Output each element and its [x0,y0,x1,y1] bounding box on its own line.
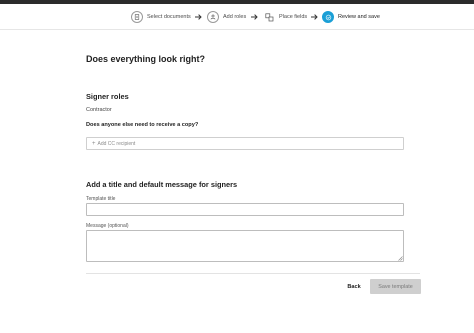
document-icon [131,11,143,23]
signer-roles-heading: Signer roles [86,92,129,101]
step-review-and-save[interactable]: Review and save [322,10,380,24]
resize-grip-icon[interactable] [397,255,403,261]
step-label: Select documents [147,14,191,20]
signer-role-item: Contractor [86,107,112,113]
cc-question: Does anyone else need to receive a copy? [86,122,199,128]
message-section-heading: Add a title and default message for sign… [86,180,238,189]
template-title-label: Template title [86,196,116,202]
add-cc-recipient-label: Add CC recipient [97,140,136,147]
footer-divider [86,273,420,274]
step-label: Place fields [279,14,308,20]
person-icon [207,11,219,23]
back-button[interactable]: Back [341,279,367,294]
fields-icon [263,11,275,23]
arrow-right-icon [311,14,318,20]
template-title-input[interactable] [86,203,404,216]
check-icon [322,11,334,23]
message-textarea[interactable] [86,230,404,262]
message-label: Message (optional) [86,223,129,229]
step-label: Add roles [223,14,247,20]
step-add-roles[interactable]: Add roles [207,10,246,24]
add-cc-recipient-button[interactable]: + Add CC recipient [86,137,404,150]
step-select-documents[interactable]: Select documents [131,10,191,24]
save-template-button[interactable]: Save template [370,279,421,294]
step-place-fields[interactable]: Place fields [263,10,307,24]
page-title: Does everything look right? [86,54,206,64]
arrow-right-icon [195,14,202,20]
progress-stepper: Select documents Add roles Place fields … [0,4,474,30]
plus-icon: + [92,140,96,147]
step-label: Review and save [338,14,380,20]
arrow-right-icon [251,14,258,20]
